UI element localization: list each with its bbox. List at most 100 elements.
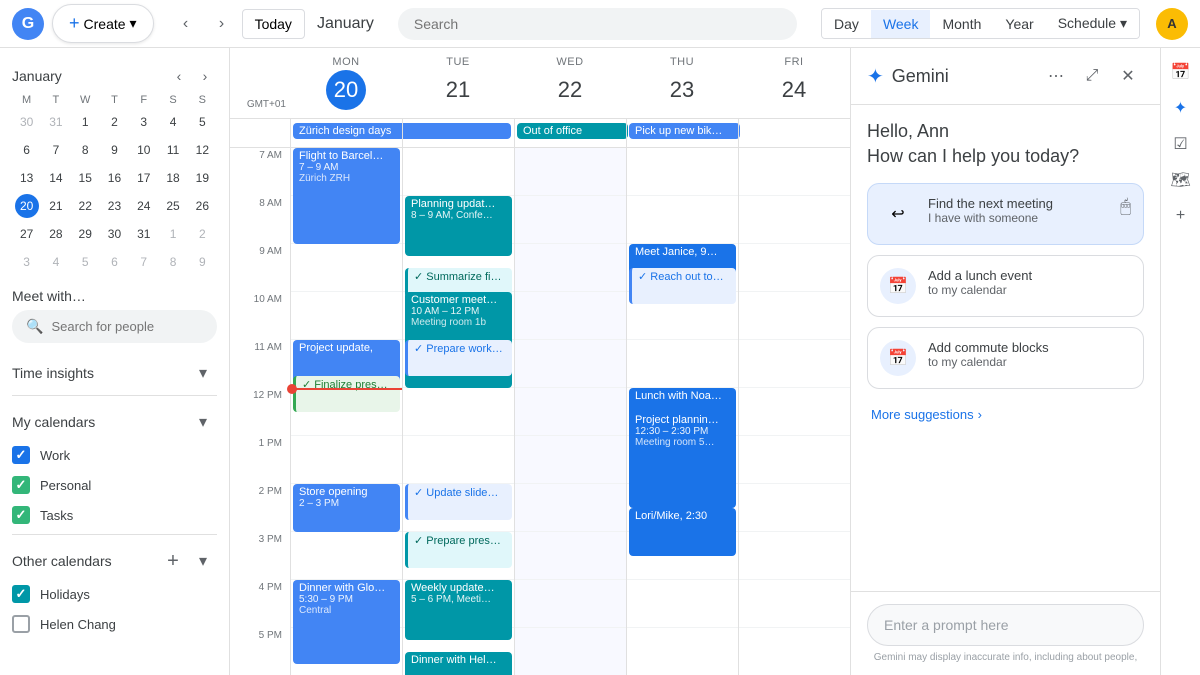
flight-event[interactable]: Flight to Barcel… 7 – 9 AM Zürich ZRH: [293, 148, 400, 244]
other-calendars-expand[interactable]: ▾: [189, 547, 217, 575]
mini-cal-day[interactable]: 1: [158, 220, 187, 248]
right-tab-gemini[interactable]: ✦: [1165, 92, 1197, 124]
suggestion-card-find-meeting[interactable]: ↩ Find the next meeting I have with some…: [867, 183, 1144, 245]
create-button[interactable]: + Create ▾: [52, 4, 154, 43]
mini-cal-day[interactable]: 9: [100, 136, 129, 164]
right-tab-map[interactable]: 🗺: [1165, 164, 1197, 196]
suggestion-card-lunch[interactable]: 📅 Add a lunch event to my calendar: [867, 255, 1144, 317]
work-checkbox[interactable]: ✓: [12, 446, 30, 464]
mini-cal-day[interactable]: 30: [12, 108, 41, 136]
mini-cal-day[interactable]: 24: [129, 192, 158, 220]
calendar-item-helen[interactable]: Helen Chang: [0, 609, 229, 639]
mini-cal-day[interactable]: 31: [129, 220, 158, 248]
mini-cal-day[interactable]: 17: [129, 164, 158, 192]
right-tab-calendar[interactable]: 📅: [1165, 56, 1197, 88]
out-of-office-event[interactable]: Out of office: [517, 123, 628, 139]
day-col-mon[interactable]: MON 20: [290, 48, 402, 118]
calendar-item-holidays[interactable]: ✓ Holidays: [0, 579, 229, 609]
view-week-button[interactable]: Week: [871, 10, 931, 38]
project-planning-event[interactable]: Project plannin… 12:30 – 2:30 PM Meeting…: [629, 412, 736, 508]
mini-cal-day[interactable]: 5: [71, 248, 100, 276]
mini-cal-day[interactable]: 18: [158, 164, 187, 192]
mini-cal-day[interactable]: 28: [41, 220, 70, 248]
more-suggestions-link[interactable]: More suggestions ›: [867, 399, 1144, 430]
mini-cal-day[interactable]: 6: [12, 136, 41, 164]
mini-cal-day[interactable]: 27: [12, 220, 41, 248]
planning-event[interactable]: Planning updat… 8 – 9 AM, Confe…: [405, 196, 512, 256]
mini-cal-day[interactable]: 2: [188, 220, 217, 248]
mini-cal-day[interactable]: 13: [12, 164, 41, 192]
day-col-thu[interactable]: THU 23: [626, 48, 738, 118]
dinner-glo-event[interactable]: Dinner with Glo… 5:30 – 9 PM Central: [293, 580, 400, 664]
mini-cal-day[interactable]: 23: [100, 192, 129, 220]
helen-checkbox[interactable]: [12, 615, 30, 633]
pickup-event[interactable]: Pick up new bik…: [629, 123, 740, 139]
view-year-button[interactable]: Year: [993, 10, 1045, 38]
mini-cal-day[interactable]: 4: [41, 248, 70, 276]
right-tab-tasks[interactable]: ☑: [1165, 128, 1197, 160]
view-month-button[interactable]: Month: [930, 10, 993, 38]
store-opening-event[interactable]: Store opening 2 – 3 PM: [293, 484, 400, 532]
avatar[interactable]: A: [1156, 8, 1188, 40]
mini-cal-day[interactable]: 20: [12, 192, 41, 220]
gemini-more-button[interactable]: ⋯: [1040, 60, 1072, 92]
calendar-item-tasks[interactable]: ✓ Tasks: [0, 500, 229, 530]
my-calendars-header[interactable]: My calendars ▾: [0, 400, 229, 440]
lori-mike-event[interactable]: Lori/Mike, 2:30: [629, 508, 736, 556]
prev-button[interactable]: ‹: [170, 8, 202, 40]
personal-checkbox[interactable]: ✓: [12, 476, 30, 494]
prompt-input[interactable]: [867, 604, 1144, 646]
mini-cal-day[interactable]: 16: [100, 164, 129, 192]
add-calendar-button[interactable]: +: [159, 547, 187, 575]
mini-cal-prev[interactable]: ‹: [167, 64, 191, 88]
mini-cal-day[interactable]: 22: [71, 192, 100, 220]
search-people-input[interactable]: [51, 319, 203, 334]
mini-cal-day[interactable]: 3: [12, 248, 41, 276]
mini-cal-day[interactable]: 12: [188, 136, 217, 164]
time-insights-expand[interactable]: ▾: [189, 359, 217, 387]
mini-cal-day[interactable]: 29: [71, 220, 100, 248]
mini-cal-day[interactable]: 7: [129, 248, 158, 276]
time-insights-section[interactable]: Time insights ▾: [0, 351, 229, 391]
mini-cal-day[interactable]: 8: [71, 136, 100, 164]
dinner-hel-event[interactable]: Dinner with Hel…: [405, 652, 512, 675]
search-people-container[interactable]: 🔍: [12, 310, 217, 343]
calendar-item-work[interactable]: ✓ Work: [0, 440, 229, 470]
today-button[interactable]: Today: [242, 9, 305, 39]
calendar-item-personal[interactable]: ✓ Personal: [0, 470, 229, 500]
mini-cal-day[interactable]: 14: [41, 164, 70, 192]
tasks-checkbox[interactable]: ✓: [12, 506, 30, 524]
mini-cal-day[interactable]: 31: [41, 108, 70, 136]
finalize-pres-event[interactable]: ✓ Finalize pres…: [293, 376, 400, 412]
mini-cal-day[interactable]: 6: [100, 248, 129, 276]
weekly-update-event[interactable]: Weekly update… 5 – 6 PM, Meeti…: [405, 580, 512, 640]
suggestion-card-commute[interactable]: 📅 Add commute blocks to my calendar: [867, 327, 1144, 389]
day-col-tue[interactable]: TUE 21: [402, 48, 514, 118]
mini-cal-day[interactable]: 11: [158, 136, 187, 164]
mini-cal-day[interactable]: 30: [100, 220, 129, 248]
right-tab-add[interactable]: +: [1165, 200, 1197, 232]
view-schedule-button[interactable]: Schedule ▾: [1046, 9, 1139, 38]
day-col-wed[interactable]: WED 22: [514, 48, 626, 118]
mini-cal-day[interactable]: 19: [188, 164, 217, 192]
holidays-checkbox[interactable]: ✓: [12, 585, 30, 603]
prepare-pres-event[interactable]: ✓ Prepare pres…: [405, 532, 512, 568]
mini-cal-day[interactable]: 2: [100, 108, 129, 136]
mini-cal-day[interactable]: 10: [129, 136, 158, 164]
mini-cal-day[interactable]: 3: [129, 108, 158, 136]
mini-cal-day[interactable]: 5: [188, 108, 217, 136]
mini-cal-day[interactable]: 4: [158, 108, 187, 136]
mini-cal-day[interactable]: 9: [188, 248, 217, 276]
day-col-fri[interactable]: FRI 24: [738, 48, 850, 118]
gemini-expand-button[interactable]: ⤢: [1076, 60, 1108, 92]
reach-out-event[interactable]: ✓ Reach out to…: [629, 268, 736, 304]
gemini-close-button[interactable]: ✕: [1112, 60, 1144, 92]
next-button[interactable]: ›: [206, 8, 238, 40]
prepare-work-event[interactable]: ✓ Prepare work…: [405, 340, 512, 376]
search-input[interactable]: [398, 8, 797, 40]
view-day-button[interactable]: Day: [822, 10, 871, 38]
mini-cal-day[interactable]: 25: [158, 192, 187, 220]
mini-cal-day[interactable]: 8: [158, 248, 187, 276]
other-calendars-header[interactable]: Other calendars + ▾: [0, 539, 229, 579]
my-calendars-expand[interactable]: ▾: [189, 408, 217, 436]
